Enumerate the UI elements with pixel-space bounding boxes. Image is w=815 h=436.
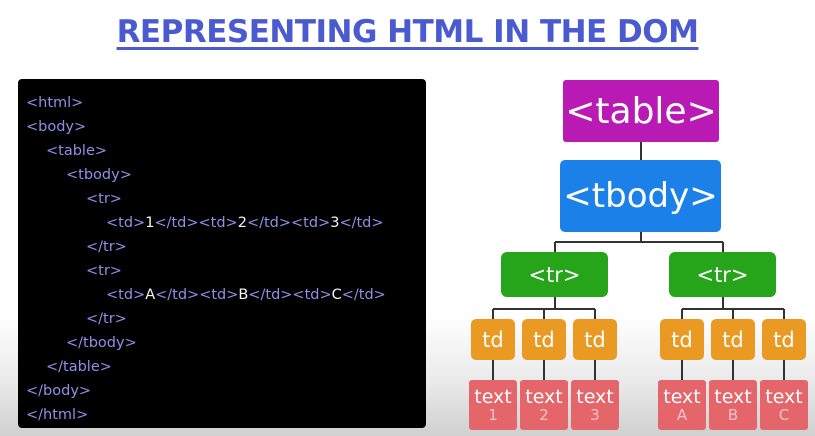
node-td-4: td [660, 319, 704, 360]
node-text-4-label: text [663, 386, 701, 408]
node-tbody: <tbody> [560, 160, 721, 232]
node-text-6-label: text [765, 386, 803, 408]
node-text-5-value: B [727, 406, 739, 424]
node-text-5: text B [709, 380, 757, 430]
node-td-3: td [573, 319, 617, 360]
node-text-3: text 3 [571, 380, 619, 430]
node-table: <table> [563, 80, 719, 142]
node-text-3-label: text [576, 386, 614, 408]
node-text-2-label: text [525, 386, 563, 408]
node-text-5-label: text [714, 386, 752, 408]
node-text-4: text A [658, 380, 706, 430]
node-tr-2: <tr> [669, 252, 776, 297]
node-td-5: td [711, 319, 755, 360]
node-td-6: td [762, 319, 806, 360]
node-tr-1: <tr> [501, 252, 608, 297]
node-text-3-value: 3 [590, 406, 600, 424]
node-text-2-value: 2 [539, 406, 549, 424]
node-td-2: td [522, 319, 566, 360]
node-text-6: text C [760, 380, 808, 430]
node-td-1: td [471, 319, 515, 360]
node-text-1: text 1 [469, 380, 517, 430]
node-text-6-value: C [778, 406, 790, 424]
node-text-4-value: A [676, 406, 688, 424]
node-text-2: text 2 [520, 380, 568, 430]
node-text-1-label: text [474, 386, 512, 408]
node-text-1-value: 1 [488, 406, 498, 424]
